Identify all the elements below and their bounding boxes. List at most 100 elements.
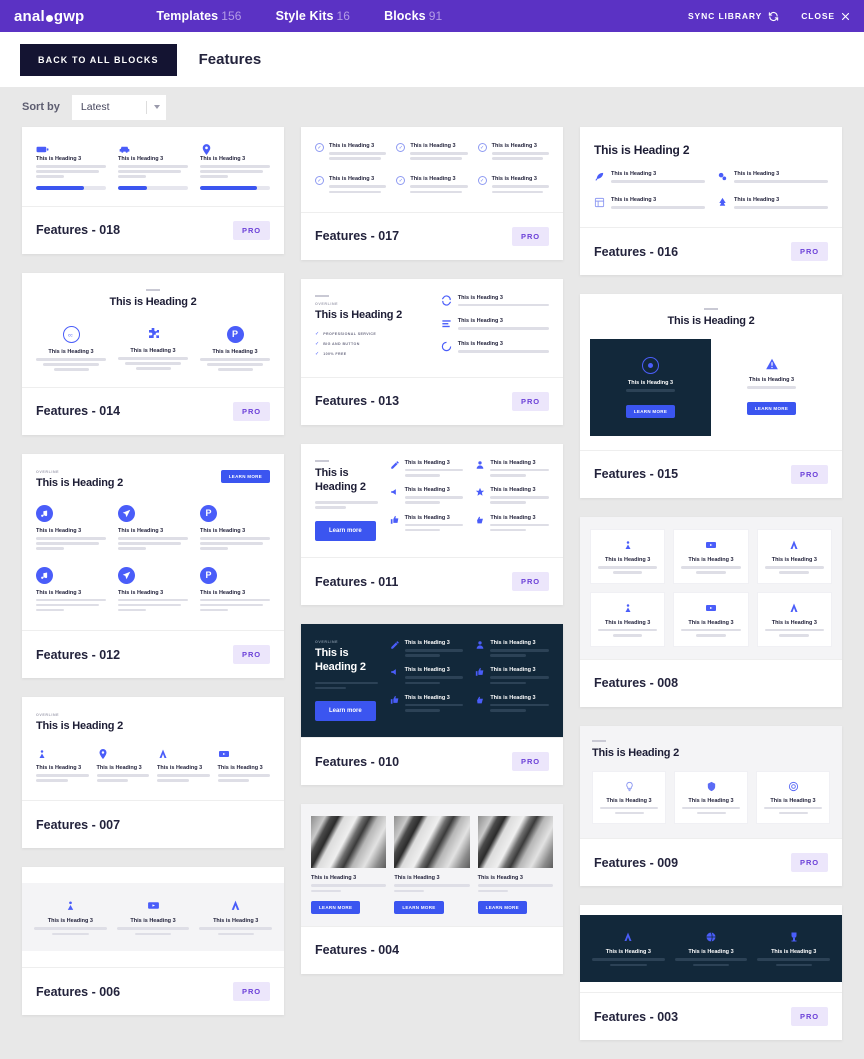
block-card-009[interactable]: This is Heading 2 This is Heading 3 This… xyxy=(580,726,842,887)
feature-col: ✓ This is Heading 3 xyxy=(396,176,467,195)
feature-heading: This is Heading 3 xyxy=(36,590,106,596)
check-icon: ✓ xyxy=(315,341,319,347)
feature-heading: This is Heading 3 xyxy=(598,557,657,563)
block-card-014[interactable]: This is Heading 2 cc This is Heading 3 T… xyxy=(22,273,284,435)
video-icon xyxy=(705,602,717,614)
feature-heading: This is Heading 3 xyxy=(118,348,188,354)
block-card-013[interactable]: OVERLINE This is Heading 2 ✓PROFESSIONAL… xyxy=(301,279,563,425)
checklist-item: ✓BIG AND BUTTON xyxy=(315,341,429,347)
feature-heading: This is Heading 3 xyxy=(200,590,270,596)
warning-triangle-icon xyxy=(765,357,779,371)
feature-col: This is Heading 3 xyxy=(592,931,665,966)
feature-heading: This is Heading 3 xyxy=(218,765,271,771)
check-circle-icon: ✓ xyxy=(478,176,487,185)
back-to-all-blocks-button[interactable]: BACK TO ALL BLOCKS xyxy=(20,44,177,76)
sync-library-button[interactable]: SYNC LIBRARY xyxy=(688,11,779,22)
refresh-icon xyxy=(441,295,452,306)
select-divider xyxy=(146,101,147,114)
feature-row: cc This is Heading 3 This is Heading 3 P… xyxy=(36,326,270,371)
checklist-item: ✓100% FREE xyxy=(315,351,429,357)
left-column: This is Heading 2 Learn more xyxy=(315,460,378,541)
feature-box: This is Heading 3 xyxy=(757,592,832,647)
feature-item: This is Heading 3 xyxy=(390,640,464,659)
person-icon xyxy=(788,602,800,614)
block-card-015[interactable]: This is Heading 2 This is Heading 3 LEAR… xyxy=(580,294,842,498)
pro-badge: PRO xyxy=(512,227,549,246)
feature-col: This is Heading 3 xyxy=(594,197,705,211)
globe-icon xyxy=(705,931,717,943)
person-icon xyxy=(157,748,169,760)
music-note-icon xyxy=(36,505,53,522)
feature-row: This is Heading 3 This is Heading 3 P Th… xyxy=(36,505,270,553)
block-preview-011: This is Heading 2 Learn more This is Hea… xyxy=(301,444,563,557)
feature-band: This is Heading 3 This is Heading 3 This… xyxy=(22,883,284,951)
feature-row: This is Heading 3 This is Heading 3 xyxy=(594,171,828,185)
feature-box: This is Heading 3 xyxy=(592,771,666,825)
block-preview-004: This is Heading 3 LEARN MORE This is Hea… xyxy=(301,804,563,925)
learn-more-button[interactable]: LEARN MORE xyxy=(394,901,443,914)
close-icon xyxy=(841,12,850,21)
blocks-grid: This is Heading 3 This is Heading 3 This… xyxy=(0,127,864,1059)
card-footer: Features - 003 PRO xyxy=(580,992,842,1040)
nav-item-style-kits[interactable]: Style Kits16 xyxy=(276,9,351,23)
block-card-016[interactable]: This is Heading 2 This is Heading 3 This… xyxy=(580,127,842,275)
closed-caption-icon: cc xyxy=(63,326,80,343)
feature-col: This is Heading 3 LEARN MORE xyxy=(478,816,553,913)
block-card-018[interactable]: This is Heading 3 This is Heading 3 This… xyxy=(22,127,284,254)
learn-more-button[interactable]: LEARN MORE xyxy=(221,470,270,483)
learn-more-button[interactable]: LEARN MORE xyxy=(626,405,675,418)
block-card-010[interactable]: OVERLINE This is Heading 2 Learn more Th… xyxy=(301,624,563,785)
card-footer: Features - 009 PRO xyxy=(580,838,842,886)
block-card-012[interactable]: OVERLINE This is Heading 2 LEARN MORE Th… xyxy=(22,454,284,678)
nav-item-templates[interactable]: Templates156 xyxy=(156,9,241,23)
feature-heading: This is Heading 3 xyxy=(34,918,107,924)
feature-col: ✓ This is Heading 3 xyxy=(396,143,467,162)
feature-col: This is Heading 3 xyxy=(218,748,271,784)
block-preview-015: This is Heading 2 This is Heading 3 LEAR… xyxy=(580,294,842,450)
feature-box: This is Heading 3 xyxy=(756,771,830,825)
card-footer: Features - 017 PRO xyxy=(301,212,563,260)
card-title: Features - 010 xyxy=(315,755,399,769)
nav-item-blocks[interactable]: Blocks91 xyxy=(384,9,442,23)
block-card-004[interactable]: This is Heading 3 LEARN MORE This is Hea… xyxy=(301,804,563,973)
check-circle-icon: ✓ xyxy=(396,143,405,152)
feature-heading: This is Heading 3 xyxy=(410,176,467,182)
learn-more-button[interactable]: Learn more xyxy=(315,701,376,721)
feature-col: This is Heading 3 xyxy=(199,899,272,935)
block-preview-013: OVERLINE This is Heading 2 ✓PROFESSIONAL… xyxy=(301,279,563,377)
block-card-011[interactable]: This is Heading 2 Learn more This is Hea… xyxy=(301,444,563,605)
learn-more-button[interactable]: LEARN MORE xyxy=(478,901,527,914)
feature-heading: This is Heading 3 xyxy=(329,143,386,149)
block-card-017[interactable]: ✓ This is Heading 3 ✓ This is Heading 3 … xyxy=(301,127,563,260)
car-icon xyxy=(118,143,131,156)
right-column: This is Heading 3 This is Heading 3 This… xyxy=(475,640,549,721)
parking-icon: P xyxy=(227,326,244,343)
learn-more-button[interactable]: LEARN MORE xyxy=(311,901,360,914)
nav-label-style-kits: Style Kits xyxy=(276,9,334,23)
pro-badge: PRO xyxy=(512,392,549,411)
feature-row: This is Heading 3 LEARN MORE This is Hea… xyxy=(311,816,553,913)
card-title: Features - 011 xyxy=(315,575,398,589)
block-card-003[interactable]: This is Heading 3 This is Heading 3 This… xyxy=(580,905,842,1040)
feature-col: This is Heading 3 xyxy=(594,171,705,185)
feature-item: This is Heading 3 xyxy=(475,667,549,686)
block-card-007[interactable]: OVERLINE This is Heading 2 This is Headi… xyxy=(22,697,284,848)
analogwp-logo[interactable]: analgwp xyxy=(14,8,84,25)
feature-row: This is Heading 3 This is Heading 3 xyxy=(594,197,828,211)
learn-more-button[interactable]: LEARN MORE xyxy=(747,402,796,415)
sort-select[interactable]: Latest xyxy=(72,95,166,120)
block-card-006[interactable]: This is Heading 3 This is Heading 3 This… xyxy=(22,867,284,1015)
pro-badge: PRO xyxy=(233,402,270,421)
feature-heading: This is Heading 3 xyxy=(723,377,820,383)
learn-more-button[interactable]: Learn more xyxy=(315,521,376,541)
close-button[interactable]: CLOSE xyxy=(801,11,850,21)
eyebrow-text: OVERLINE xyxy=(315,640,378,644)
feature-heading: This is Heading 3 xyxy=(405,515,464,521)
card-footer: Features - 015 PRO xyxy=(580,450,842,498)
feature-item: This is Heading 3 xyxy=(390,515,464,534)
right-column: This is Heading 3 This is Heading 3 This… xyxy=(441,295,549,361)
block-card-008[interactable]: This is Heading 3 This is Heading 3 This… xyxy=(580,517,842,707)
block-preview-003: This is Heading 3 This is Heading 3 This… xyxy=(580,905,842,992)
feature-col: P This is Heading 3 xyxy=(200,326,270,371)
check-circle-icon: ✓ xyxy=(315,176,324,185)
